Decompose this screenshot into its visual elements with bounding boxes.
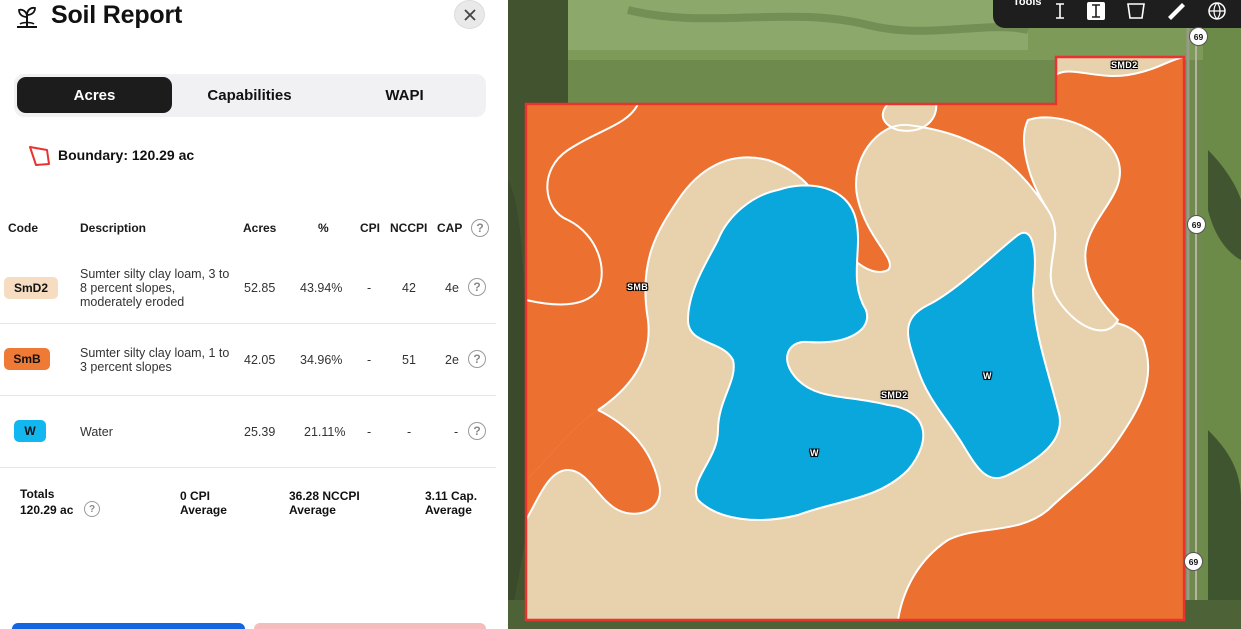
ruler-icon[interactable] <box>1165 0 1187 22</box>
totals-acres: 120.29 ac <box>20 503 74 517</box>
totals-nccpi-caption: Average <box>289 503 336 517</box>
code-badge-smb: SmB <box>4 348 50 370</box>
cap-help-icon[interactable]: ? <box>471 219 489 237</box>
globe-icon[interactable] <box>1206 0 1228 22</box>
boundary-summary: Boundary: 120.29 ac <box>28 143 194 167</box>
tab-wapi[interactable]: WAPI <box>327 77 482 113</box>
draw-polygon-icon[interactable] <box>1125 0 1147 22</box>
toolbar-label: Tools <box>1013 0 1042 8</box>
column-header-acres: Acres <box>243 221 277 235</box>
totals-help-icon[interactable]: ? <box>84 501 100 517</box>
code-badge-w: W <box>14 420 46 442</box>
totals-cpi-average: 0 CPI Average <box>180 489 227 517</box>
highway-shield: 69 <box>1187 215 1206 234</box>
map-view[interactable]: Tools 69 69 69 SMD2 SMB SMD2 W W <box>508 0 1241 629</box>
totals-nccpi-average: 36.28 NCCPI Average <box>289 489 360 517</box>
page-title: Soil Report <box>51 1 183 29</box>
code-badge-smd2: SmD2 <box>4 277 58 299</box>
close-icon <box>463 8 476 21</box>
row-nccpi: - <box>407 425 412 439</box>
column-header-description: Description <box>80 221 147 235</box>
column-header-nccpi: NCCPI <box>390 221 428 235</box>
map-label-smb: SMB <box>627 282 649 292</box>
row-cpi: - <box>367 353 372 367</box>
row-description: Water <box>80 425 113 439</box>
map-label-water: W <box>810 448 819 458</box>
totals-cap-caption: Average <box>425 503 472 517</box>
column-header-cpi: CPI <box>360 221 381 235</box>
row-help-icon[interactable]: ? <box>468 350 486 368</box>
row-description: Sumter silty clay loam, 3 to 8 percent s… <box>80 267 230 309</box>
row-acres: 25.39 <box>244 425 276 439</box>
measure-line-icon[interactable] <box>1053 2 1067 20</box>
row-cap: - <box>454 425 459 439</box>
row-help-icon[interactable]: ? <box>468 278 486 296</box>
highway-shield: 69 <box>1189 27 1208 46</box>
soil-report-panel: Soil Report Acres Capabilities WAPI Boun… <box>0 0 508 629</box>
primary-action-button[interactable] <box>12 623 245 629</box>
close-button[interactable] <box>454 0 485 29</box>
tab-capabilities[interactable]: Capabilities <box>172 77 327 113</box>
totals-cap-average: 3.11 Cap. Average <box>425 489 477 517</box>
totals-cpi-caption: Average <box>180 503 227 517</box>
row-cap: 4e <box>445 281 459 295</box>
row-cpi: - <box>367 281 372 295</box>
table-row: SmB Sumter silty clay loam, 1 to 3 perce… <box>0 324 496 396</box>
measure-area-icon[interactable] <box>1085 0 1107 22</box>
row-percent: 34.96% <box>300 353 343 367</box>
secondary-action-button[interactable] <box>254 623 486 629</box>
row-nccpi: 42 <box>402 281 416 295</box>
row-cpi: - <box>367 425 372 439</box>
map-label-smd2: SMD2 <box>1111 60 1138 70</box>
table-row: SmD2 Sumter silty clay loam, 3 to 8 perc… <box>0 252 496 324</box>
totals-nccpi-value: 36.28 NCCPI <box>289 489 360 503</box>
column-header-cap: CAP <box>437 221 463 235</box>
totals-cap-value: 3.11 Cap. <box>425 489 478 503</box>
map-label-smd2: SMD2 <box>881 390 908 400</box>
map-toolbar: Tools <box>993 0 1241 28</box>
boundary-label: Boundary: 120.29 ac <box>58 147 195 163</box>
column-header-code: Code <box>8 221 38 235</box>
row-acres: 52.85 <box>244 281 276 295</box>
highway-shield: 69 <box>1184 552 1203 571</box>
row-help-icon[interactable]: ? <box>468 422 486 440</box>
map-label-water: W <box>983 371 992 381</box>
polygon-boundary-icon <box>29 146 50 166</box>
table-row: W Water 25.39 21.11% - - - ? <box>0 396 496 468</box>
row-description: Sumter silty clay loam, 1 to 3 percent s… <box>80 346 230 374</box>
tab-acres[interactable]: Acres <box>17 77 172 113</box>
row-percent: 21.11% <box>304 425 346 439</box>
totals-title: Totals <box>20 487 55 501</box>
totals-label: Totals 120.29 ac <box>20 486 73 518</box>
tab-bar: Acres Capabilities WAPI <box>14 74 486 117</box>
row-percent: 43.94% <box>300 281 343 295</box>
totals-cpi-value: 0 CPI <box>180 489 211 503</box>
column-header-percent: % <box>318 221 329 235</box>
row-cap: 2e <box>445 353 459 367</box>
row-nccpi: 51 <box>402 353 416 367</box>
row-acres: 42.05 <box>244 353 276 367</box>
satellite-map[interactable] <box>508 0 1241 629</box>
sprout-icon <box>17 6 37 28</box>
